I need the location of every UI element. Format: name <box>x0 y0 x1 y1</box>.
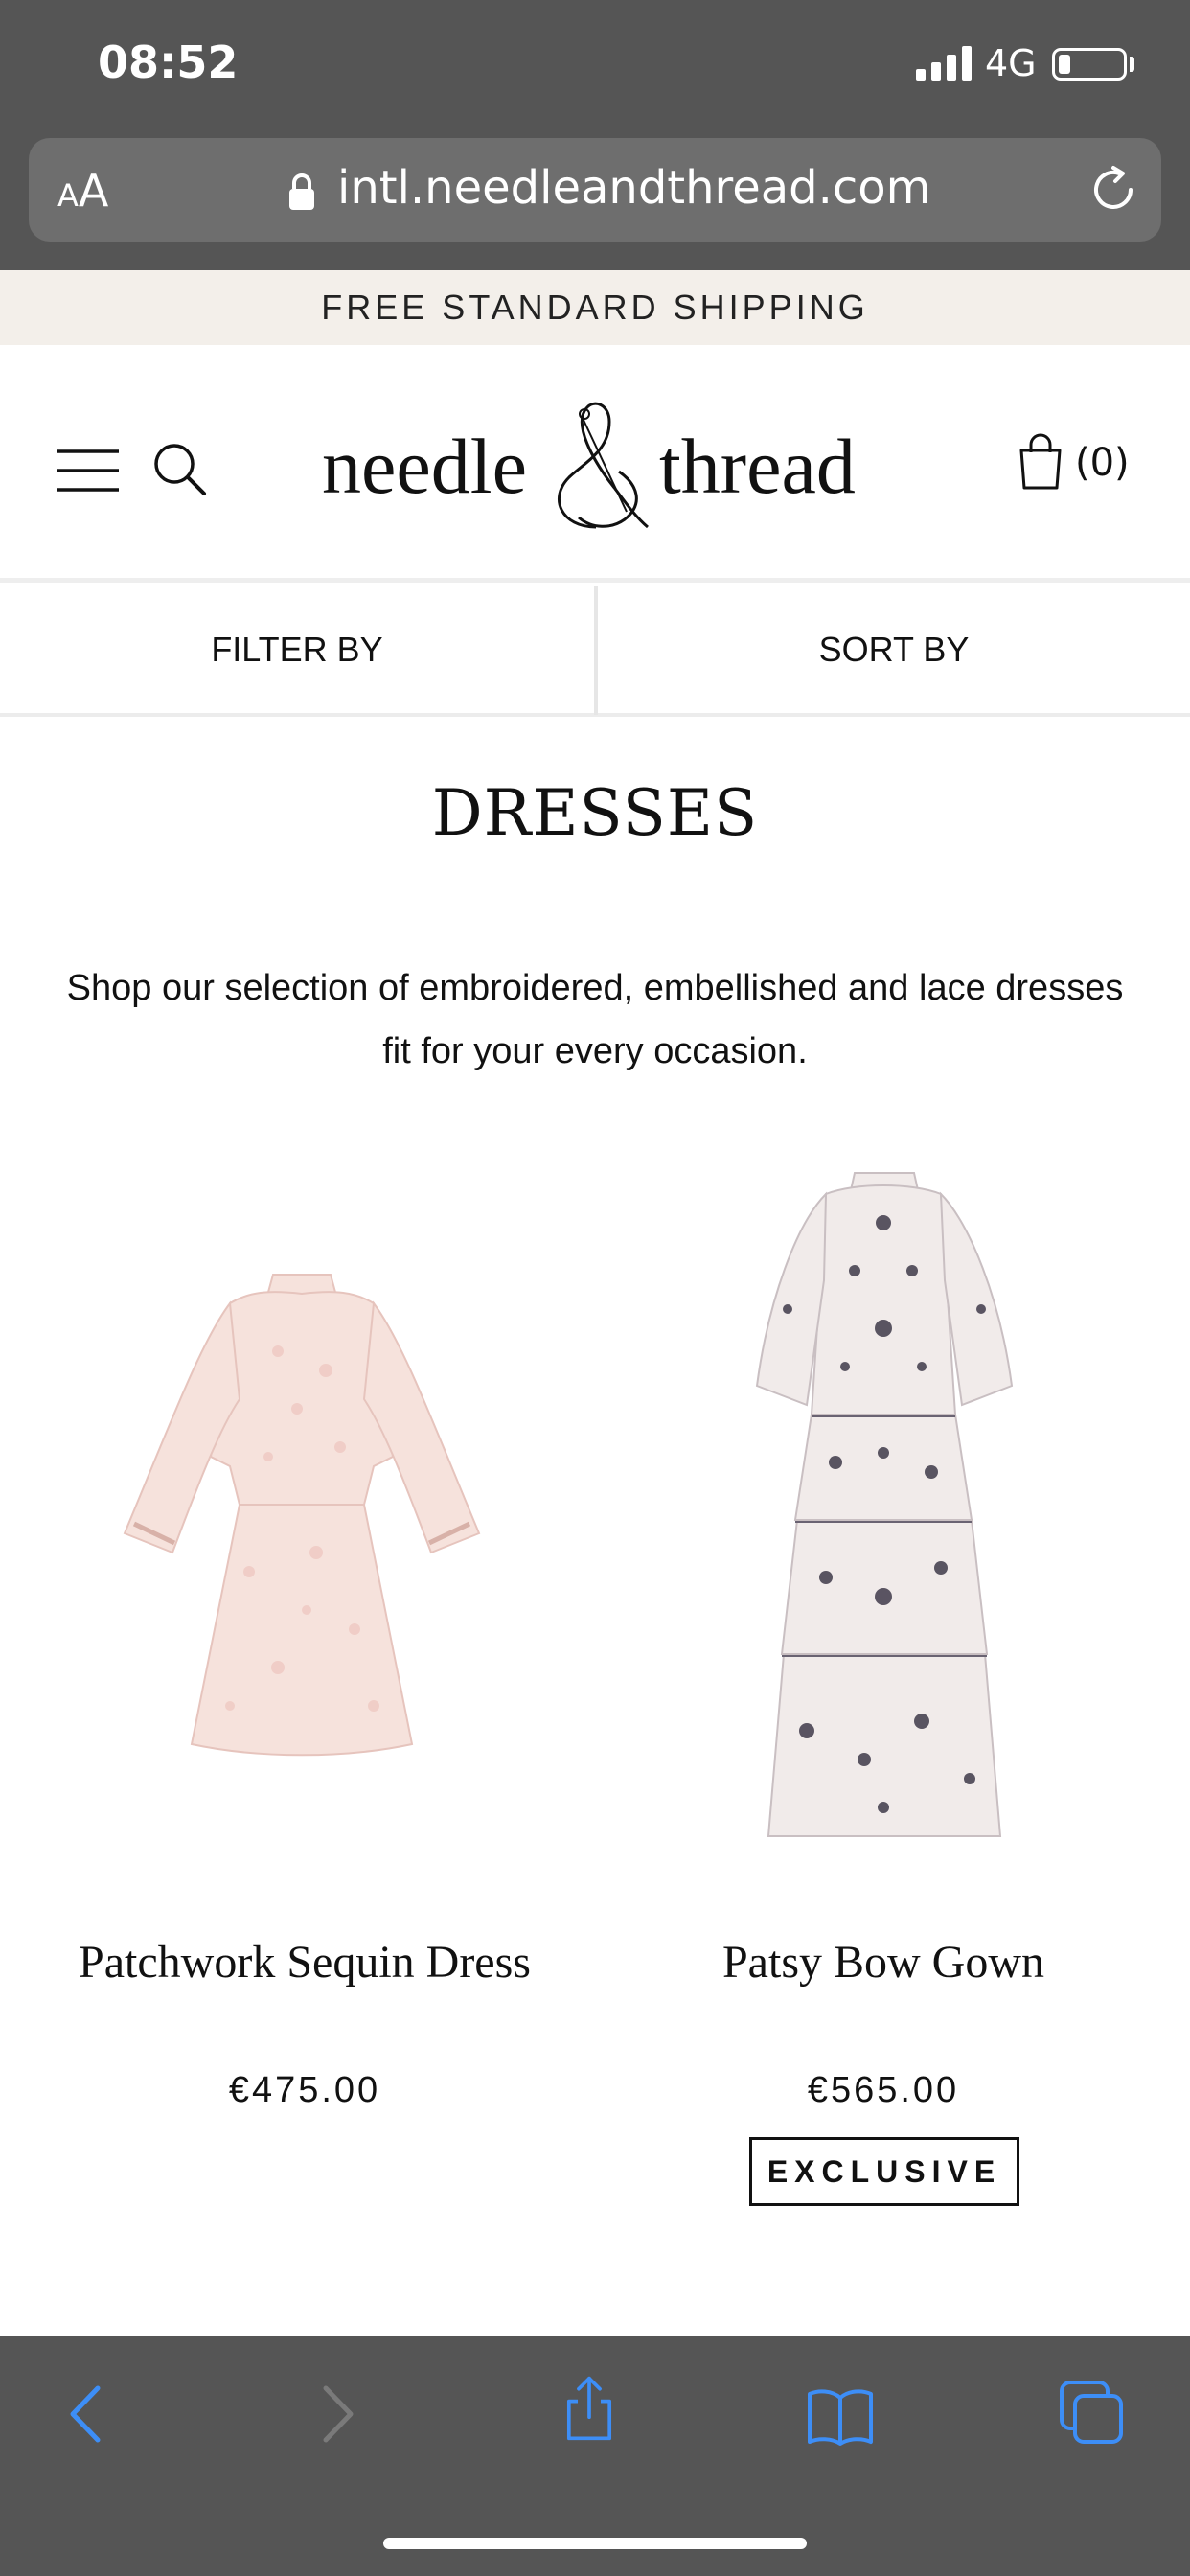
search-icon[interactable] <box>151 441 207 496</box>
text-size-small-a: A <box>57 177 79 214</box>
hamburger-menu-icon[interactable] <box>57 448 119 493</box>
chevron-right-icon[interactable] <box>303 2380 370 2448</box>
sort-by-button[interactable]: SORT BY <box>598 586 1190 713</box>
logo-ampersand <box>558 402 649 529</box>
text-size-large-a: A <box>78 165 109 217</box>
status-time: 08:52 <box>98 36 239 88</box>
shopping-bag-icon[interactable] <box>1018 433 1064 491</box>
cart-count[interactable]: (0) <box>1075 441 1130 485</box>
product-image-patchwork-sequin-dress[interactable] <box>105 1265 498 1763</box>
exclusive-badge: EXCLUSIVE <box>749 2137 1019 2206</box>
tabs-icon[interactable] <box>1058 2379 1125 2446</box>
shipping-banner: FREE STANDARD SHIPPING <box>0 270 1190 345</box>
url-text[interactable]: intl.needleandthread.com <box>337 161 930 215</box>
network-type: 4G <box>985 42 1037 84</box>
battery-low-icon <box>1052 48 1127 80</box>
category-title: DRESSES <box>431 776 759 850</box>
site-logo[interactable]: needle thread <box>322 393 868 537</box>
reload-icon[interactable] <box>1088 165 1138 215</box>
battery-cap <box>1130 57 1134 72</box>
filter-by-button[interactable]: FILTER BY <box>0 586 594 713</box>
lock-icon <box>289 173 314 210</box>
product-name[interactable]: Patsy Bow Gown <box>586 1936 1180 1989</box>
logo-word-thread: thread <box>659 423 856 510</box>
category-description: Shop our selection of embroidered, embel… <box>66 968 1124 1071</box>
share-icon[interactable] <box>556 2375 623 2442</box>
home-indicator <box>383 2538 807 2549</box>
logo-word-needle: needle <box>322 423 527 510</box>
book-icon[interactable] <box>807 2382 874 2450</box>
signal-bars-icon <box>916 46 972 80</box>
product-price: €475.00 <box>228 2070 381 2110</box>
product-price: €565.00 <box>807 2070 960 2110</box>
shipping-banner-text: FREE STANDARD SHIPPING <box>321 288 869 327</box>
product-name[interactable]: Patchwork Sequin Dress <box>8 1936 602 1989</box>
product-image-patsy-bow-gown[interactable] <box>749 1165 1019 1855</box>
chevron-left-icon[interactable] <box>54 2380 121 2448</box>
text-size-button[interactable]: AA <box>57 165 108 217</box>
